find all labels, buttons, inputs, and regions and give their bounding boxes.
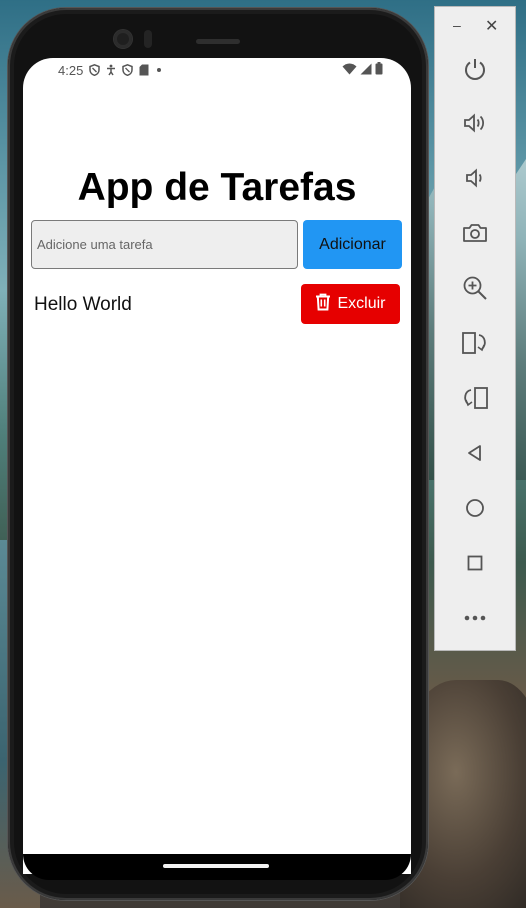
back-button[interactable] bbox=[455, 435, 495, 471]
phone-frame: 4:25 App de Tarefas Adicione uma tarefa … bbox=[8, 8, 428, 900]
volume-down-icon bbox=[464, 166, 486, 190]
app-title: App de Tarefas bbox=[77, 166, 357, 209]
task-text: Hello World bbox=[34, 294, 132, 315]
wifi-icon bbox=[342, 63, 357, 78]
notification-dot-icon bbox=[155, 66, 163, 74]
shield-icon bbox=[89, 64, 101, 76]
home-button[interactable] bbox=[455, 490, 495, 526]
front-camera bbox=[114, 30, 132, 48]
delete-button-label: Excluir bbox=[337, 295, 386, 312]
rotate-left-icon bbox=[461, 330, 489, 356]
camera-icon bbox=[462, 222, 488, 244]
status-right bbox=[342, 62, 383, 78]
battery-icon bbox=[375, 62, 383, 78]
emulator-toolbar: – ✕ bbox=[434, 6, 516, 651]
volume-up-icon bbox=[462, 111, 488, 135]
navigation-bar bbox=[23, 854, 411, 880]
screenshot-button[interactable] bbox=[455, 215, 495, 251]
volume-down-button[interactable] bbox=[455, 160, 495, 196]
zoom-in-icon bbox=[462, 275, 488, 301]
close-button[interactable]: ✕ bbox=[485, 16, 498, 36]
task-list-item: Hello World Excluir bbox=[34, 284, 402, 324]
delete-task-button[interactable]: Excluir bbox=[301, 284, 400, 324]
more-icon bbox=[463, 614, 487, 622]
overview-button[interactable] bbox=[455, 545, 495, 581]
more-button[interactable] bbox=[455, 600, 495, 636]
rotate-right-icon bbox=[461, 385, 489, 411]
minimize-button[interactable]: – bbox=[453, 17, 461, 33]
home-icon bbox=[464, 497, 486, 519]
trash-icon bbox=[315, 293, 331, 316]
rotate-right-button[interactable] bbox=[455, 380, 495, 416]
shield-icon bbox=[122, 64, 134, 76]
phone-screen: 4:25 App de Tarefas Adicione uma tarefa … bbox=[23, 58, 411, 874]
accessibility-icon bbox=[106, 64, 116, 76]
overview-icon bbox=[465, 553, 485, 573]
earpiece-speaker bbox=[196, 39, 240, 44]
status-left: 4:25 bbox=[58, 63, 163, 78]
sim-card-icon bbox=[139, 64, 149, 76]
volume-up-button[interactable] bbox=[455, 105, 495, 141]
signal-icon bbox=[360, 63, 372, 78]
add-task-button[interactable]: Adicionar bbox=[303, 220, 402, 269]
power-icon bbox=[463, 57, 487, 81]
proximity-sensor bbox=[144, 30, 152, 48]
power-button[interactable] bbox=[455, 51, 495, 87]
status-bar: 4:25 bbox=[23, 58, 411, 82]
back-icon bbox=[465, 443, 485, 463]
status-time: 4:25 bbox=[58, 62, 84, 78]
zoom-button[interactable] bbox=[455, 270, 495, 306]
task-input[interactable] bbox=[31, 220, 298, 269]
home-gesture-pill[interactable] bbox=[163, 864, 269, 868]
rotate-left-button[interactable] bbox=[455, 325, 495, 361]
emulator-window-controls: – ✕ bbox=[435, 17, 515, 37]
